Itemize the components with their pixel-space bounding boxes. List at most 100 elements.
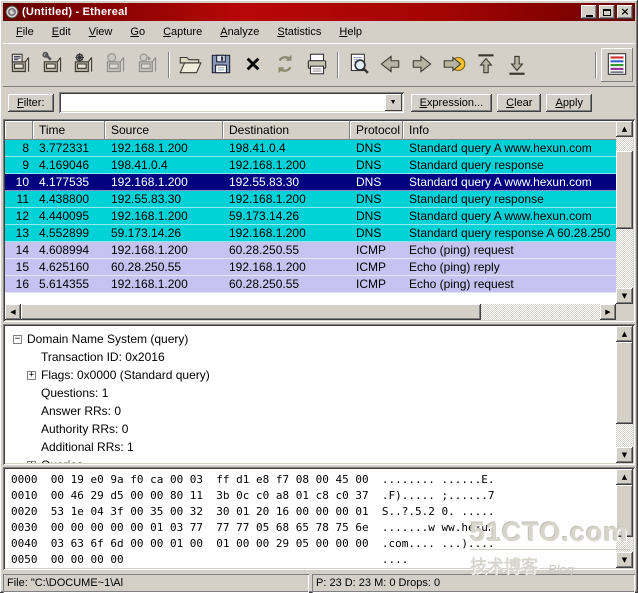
menu-go[interactable]: Go	[121, 23, 154, 41]
open-file-icon	[177, 51, 203, 80]
cell-destination: 60.28.250.55	[223, 276, 350, 293]
scrollbar-corner	[616, 304, 633, 320]
maximize-button[interactable]	[599, 5, 615, 19]
save-file-button[interactable]	[206, 48, 238, 82]
column-header-time[interactable]: Time	[33, 121, 105, 140]
scroll-up-icon[interactable]: ▲	[616, 469, 633, 485]
go-forward-button[interactable]	[406, 48, 438, 82]
scroll-thumb[interactable]	[616, 151, 633, 229]
detail-vscrollbar[interactable]: ▲▼	[616, 326, 633, 463]
packet-row-14[interactable]: 144.608994192.168.1.20060.28.250.55ICMPE…	[5, 242, 616, 259]
menu-file[interactable]: File	[7, 23, 43, 41]
close-button[interactable]: ×	[617, 5, 633, 19]
print-icon	[304, 51, 330, 80]
column-header-no[interactable]	[5, 121, 33, 140]
scroll-track[interactable]	[616, 137, 633, 151]
scroll-thumb[interactable]	[616, 485, 633, 537]
scroll-up-icon[interactable]: ▲	[616, 121, 633, 137]
capture-start-button[interactable]	[69, 48, 101, 82]
tree-line[interactable]: Authority RRs: 0	[5, 420, 616, 438]
packet-row-9[interactable]: 94.169046198.41.0.4192.168.1.200DNSStand…	[5, 157, 616, 174]
tree-line-label: Answer RRs: 0	[41, 404, 121, 418]
hex-vscrollbar[interactable]: ▲▼	[616, 469, 633, 568]
protocol-tree: −Domain Name System (query)Transaction I…	[5, 326, 616, 463]
goto-packet-button[interactable]	[438, 48, 470, 82]
scroll-thumb[interactable]	[21, 304, 481, 320]
hex-line-0040: 0040 03 63 6f 6d 00 00 01 00 01 00 00 29…	[11, 536, 616, 552]
capture-start-icon	[71, 51, 97, 80]
capture-options-button[interactable]	[37, 48, 69, 82]
expression-button[interactable]: Expression...	[411, 94, 493, 112]
list-interfaces-button[interactable]	[5, 48, 37, 82]
scroll-down-icon[interactable]: ▼	[616, 447, 633, 463]
coloring-rules-button[interactable]	[601, 48, 633, 82]
packet-list-hscrollbar[interactable]: ◀▶	[5, 304, 616, 320]
cell-protocol: DNS	[350, 225, 403, 242]
expand-icon[interactable]: +	[27, 461, 36, 464]
column-header-info[interactable]: Info	[403, 121, 616, 140]
hex-line-0050: 0050 00 00 00 00 ....	[11, 552, 616, 568]
packet-row-16[interactable]: 165.614355192.168.1.20060.28.250.55ICMPE…	[5, 276, 616, 293]
packet-row-12[interactable]: 124.440095192.168.1.20059.173.14.26DNSSt…	[5, 208, 616, 225]
tree-line[interactable]: Answer RRs: 0	[5, 402, 616, 420]
filter-button[interactable]: Filter:	[8, 94, 54, 112]
tree-line[interactable]: Transaction ID: 0x2016	[5, 348, 616, 366]
filter-dropdown-arrow-icon[interactable]: ▼	[385, 94, 402, 111]
reload-button[interactable]	[269, 48, 301, 82]
scroll-up-icon[interactable]: ▲	[616, 326, 633, 342]
menu-view[interactable]: View	[80, 23, 122, 41]
packet-row-8[interactable]: 83.772331192.168.1.200198.41.0.4DNSStand…	[5, 140, 616, 157]
cell-info: Standard query A www.hexun.com	[403, 208, 616, 225]
scroll-thumb[interactable]	[616, 342, 633, 424]
titlebar[interactable]: (Untitled) - Ethereal ×	[3, 3, 635, 21]
packet-row-15[interactable]: 154.62516060.28.250.55192.168.1.200ICMPE…	[5, 259, 616, 276]
goto-top-button[interactable]	[470, 48, 502, 82]
scroll-left-icon[interactable]: ◀	[5, 304, 21, 320]
tree-line-label: Questions: 1	[41, 386, 108, 400]
scroll-track[interactable]	[616, 424, 633, 447]
menu-help[interactable]: Help	[330, 23, 371, 41]
scroll-track[interactable]	[616, 229, 633, 288]
packet-row-11[interactable]: 114.438800192.55.83.30192.168.1.200DNSSt…	[5, 191, 616, 208]
cell-source: 192.55.83.30	[105, 191, 223, 208]
clear-button[interactable]: Clear	[497, 94, 541, 112]
cell-destination: 192.168.1.200	[223, 259, 350, 276]
filter-combo: ▼	[59, 92, 404, 113]
cell-protocol: DNS	[350, 140, 403, 157]
menu-statistics[interactable]: Statistics	[268, 23, 330, 41]
packet-row-10[interactable]: 104.177535192.168.1.200192.55.83.30DNSSt…	[5, 174, 616, 191]
cell-destination: 192.55.83.30	[223, 174, 350, 191]
column-header-protocol[interactable]: Protocol	[350, 121, 403, 140]
goto-bottom-button[interactable]	[501, 48, 533, 82]
packet-row-13[interactable]: 134.55289959.173.14.26192.168.1.200DNSSt…	[5, 225, 616, 242]
scroll-track[interactable]	[616, 537, 633, 552]
minimize-button[interactable]	[581, 5, 597, 19]
find-button[interactable]	[343, 48, 375, 82]
menu-edit[interactable]: Edit	[43, 23, 80, 41]
tree-line[interactable]: Questions: 1	[5, 384, 616, 402]
column-header-source[interactable]: Source	[105, 121, 223, 140]
open-file-button[interactable]	[174, 48, 206, 82]
tree-line[interactable]: −Domain Name System (query)	[5, 330, 616, 348]
expand-icon[interactable]: +	[27, 371, 36, 380]
save-file-icon	[208, 51, 234, 80]
tree-line[interactable]: +Queries	[5, 456, 616, 463]
tree-line[interactable]: Additional RRs: 1	[5, 438, 616, 456]
print-button[interactable]	[301, 48, 333, 82]
scroll-down-icon[interactable]: ▼	[616, 552, 633, 568]
filter-input[interactable]	[61, 94, 381, 111]
collapse-icon[interactable]: −	[13, 335, 22, 344]
capture-stop-icon	[103, 51, 129, 80]
scroll-right-icon[interactable]: ▶	[600, 304, 616, 320]
apply-button[interactable]: Apply	[546, 94, 592, 112]
menu-capture[interactable]: Capture	[154, 23, 211, 41]
go-back-button[interactable]	[374, 48, 406, 82]
packet-list-vscrollbar[interactable]: ▲▼	[616, 121, 633, 304]
scroll-down-icon[interactable]: ▼	[616, 288, 633, 304]
packet-list-header: TimeSourceDestinationProtocolInfo	[5, 121, 616, 140]
scroll-track[interactable]	[481, 304, 600, 320]
tree-line[interactable]: +Flags: 0x0000 (Standard query)	[5, 366, 616, 384]
column-header-destination[interactable]: Destination	[223, 121, 350, 140]
menu-analyze[interactable]: Analyze	[211, 23, 268, 41]
close-file-button[interactable]	[237, 48, 269, 82]
